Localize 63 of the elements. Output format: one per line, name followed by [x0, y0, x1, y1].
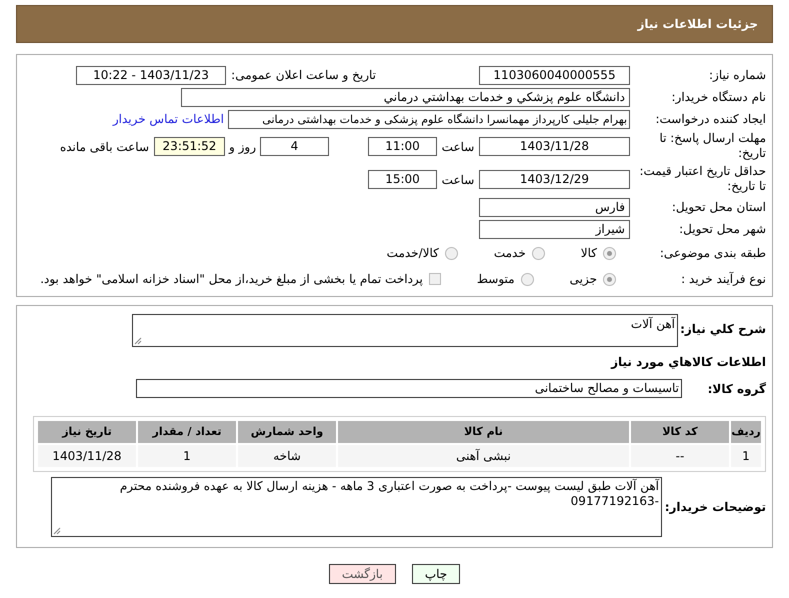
resize-grip-icon — [53, 527, 61, 535]
field-label: ایجاد کننده درخواست: — [655, 112, 766, 126]
radio-label: متوسط — [476, 271, 515, 288]
text-field[interactable]: 1403/11/28 — [479, 137, 630, 156]
radio-button[interactable] — [532, 246, 545, 260]
text-field[interactable]: شیراز — [479, 220, 630, 238]
text-field[interactable]: 4 — [260, 137, 329, 156]
table-cell: 1403/11/28 — [38, 445, 136, 467]
field-label: شماره نیاز: — [709, 68, 766, 82]
radio-label: خدمت — [494, 245, 526, 262]
text-field[interactable]: 11:00 — [368, 137, 437, 156]
checkbox-label: پرداخت تمام یا بخشی از مبلغ خرید،از محل "اسناد خزانه اسلامی" خواهد بود. — [40, 271, 423, 288]
column-header: کد کالا — [631, 421, 729, 443]
field-label: توضیحات خریدار: — [664, 500, 766, 514]
radio-label: کالا/خدمت — [386, 245, 439, 262]
remaining-time-field[interactable]: 23:51:52 — [154, 137, 225, 156]
column-header: تاریخ نیاز — [38, 421, 136, 443]
field-label: گروه کالا: — [708, 382, 766, 396]
time-label: ساعت — [440, 172, 476, 188]
field-label: نام دستگاه خریدار: — [672, 90, 766, 104]
field-label: نوع فرآیند خرید : — [681, 272, 766, 286]
radio-button[interactable] — [603, 246, 616, 260]
print-button[interactable]: چاپ — [412, 564, 460, 584]
text-field[interactable]: فارس — [479, 198, 630, 216]
field-label: مهلت ارسال پاسخ: تا تاریخ: — [659, 131, 766, 160]
time-label: ساعت — [440, 138, 476, 156]
table-cell: -- — [631, 445, 729, 467]
field-label: حداقل تاریخ اعتبار قیمت: تا تاریخ: — [639, 164, 766, 193]
field-label: طبقه بندی موضوعی: — [660, 246, 766, 260]
resize-grip-icon — [134, 337, 142, 345]
field-label: شرح کلي نياز: — [680, 322, 766, 336]
table-cell: 1 — [138, 445, 236, 467]
buyer-notes-textarea[interactable]: آهن آلات طبق لیست پیوست -پرداخت به صورت اعتباری 3 ماهه - هزینه ارسال کالا به عهده فروشنده محترم -09177192163 — [51, 477, 662, 537]
buyer-contact-link[interactable]: اطلاعات تماس خریدار — [112, 110, 224, 128]
table-cell: شاخه — [238, 445, 336, 467]
goods-group-field[interactable]: تاسیسات و مصالح ساختمانی — [136, 379, 682, 398]
radio-label: کالا — [580, 245, 597, 262]
field-label: استان محل تحویل: — [672, 200, 766, 214]
table-cell: 1 — [731, 445, 761, 467]
column-header: نام کالا — [338, 421, 629, 443]
field-label: شهر محل تحویل: — [679, 222, 766, 236]
days-label: روز و — [228, 138, 257, 156]
column-header: واحد شمارش — [238, 421, 336, 443]
field-label: تاریخ و ساعت اعلان عمومی: — [231, 68, 376, 82]
text-field[interactable]: دانشگاه علوم پزشکي و خدمات بهداشتي درماني — [181, 88, 630, 106]
column-header: تعداد / مقدار — [138, 421, 236, 443]
text-field[interactable]: 1403/12/29 — [479, 170, 630, 189]
text-field[interactable]: 15:00 — [368, 170, 437, 189]
radio-button[interactable] — [520, 272, 534, 286]
back-button[interactable]: بازگشت — [328, 564, 396, 584]
radio-button[interactable] — [444, 246, 458, 260]
text-field[interactable]: 1103060040000555 — [479, 66, 630, 84]
remaining-label: ساعت باقی مانده — [60, 138, 149, 156]
column-header: ردیف — [731, 421, 761, 443]
page-title: جزئیات اطلاعات نیاز — [637, 16, 758, 33]
section-title: اطلاعات کالاهاي مورد نياز — [611, 355, 766, 369]
summary-textarea[interactable]: آهن آلات — [132, 314, 678, 347]
radio-label: جزیی — [570, 271, 597, 288]
checkbox[interactable] — [428, 273, 441, 285]
table-cell: نبشی آهنی — [338, 445, 629, 467]
text-field[interactable]: 1403/11/23 - 10:22 — [76, 66, 226, 84]
radio-button[interactable] — [603, 272, 616, 286]
text-field[interactable]: بهرام جلیلی کارپرداز مهمانسرا دانشگاه علوم پزشکی و خدمات بهداشتی درمانی — [228, 110, 630, 128]
